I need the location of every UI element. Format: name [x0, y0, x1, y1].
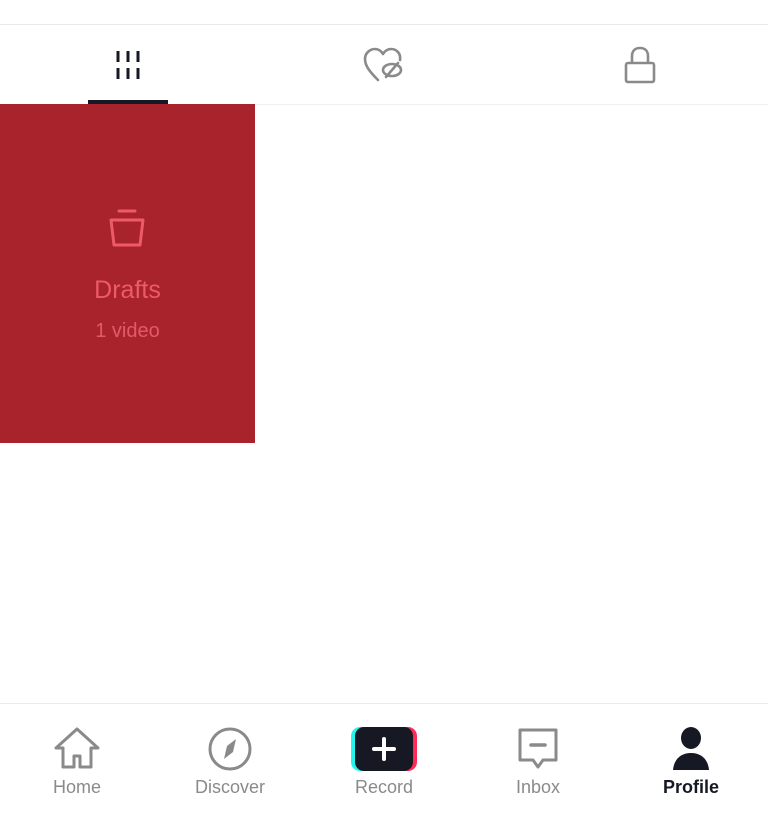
nav-inbox-label: Inbox	[515, 777, 561, 797]
nav-profile[interactable]: Profile	[614, 704, 768, 813]
tab-liked-private[interactable]	[256, 25, 512, 104]
profile-icon	[673, 727, 709, 770]
inbox-icon	[518, 728, 558, 769]
tab-videos[interactable]	[0, 25, 256, 104]
bottom-nav: Home Discover Record Inbox Profile	[0, 703, 768, 813]
lock-icon	[624, 46, 656, 83]
drafts-box-icon	[109, 209, 145, 247]
drafts-title: Drafts	[94, 276, 161, 304]
profile-tab-bar	[0, 25, 768, 105]
heart-hidden-icon	[363, 47, 403, 81]
home-icon	[54, 727, 100, 769]
drafts-tile[interactable]: Drafts 1 video	[0, 104, 255, 443]
nav-discover-label: Discover	[194, 777, 265, 797]
nav-profile-label: Profile	[662, 777, 719, 797]
nav-home-label: Home	[52, 777, 101, 797]
drafts-count: 1 video	[95, 320, 160, 342]
nav-discover[interactable]: Discover	[153, 704, 307, 813]
record-button-icon	[351, 727, 417, 771]
nav-inbox[interactable]: Inbox	[461, 704, 615, 813]
nav-home[interactable]: Home	[0, 704, 154, 813]
nav-record[interactable]: Record	[307, 704, 461, 813]
nav-record-label: Record	[354, 777, 414, 797]
compass-icon	[208, 727, 252, 771]
tab-private[interactable]	[512, 25, 768, 104]
grid-icon	[116, 50, 140, 79]
